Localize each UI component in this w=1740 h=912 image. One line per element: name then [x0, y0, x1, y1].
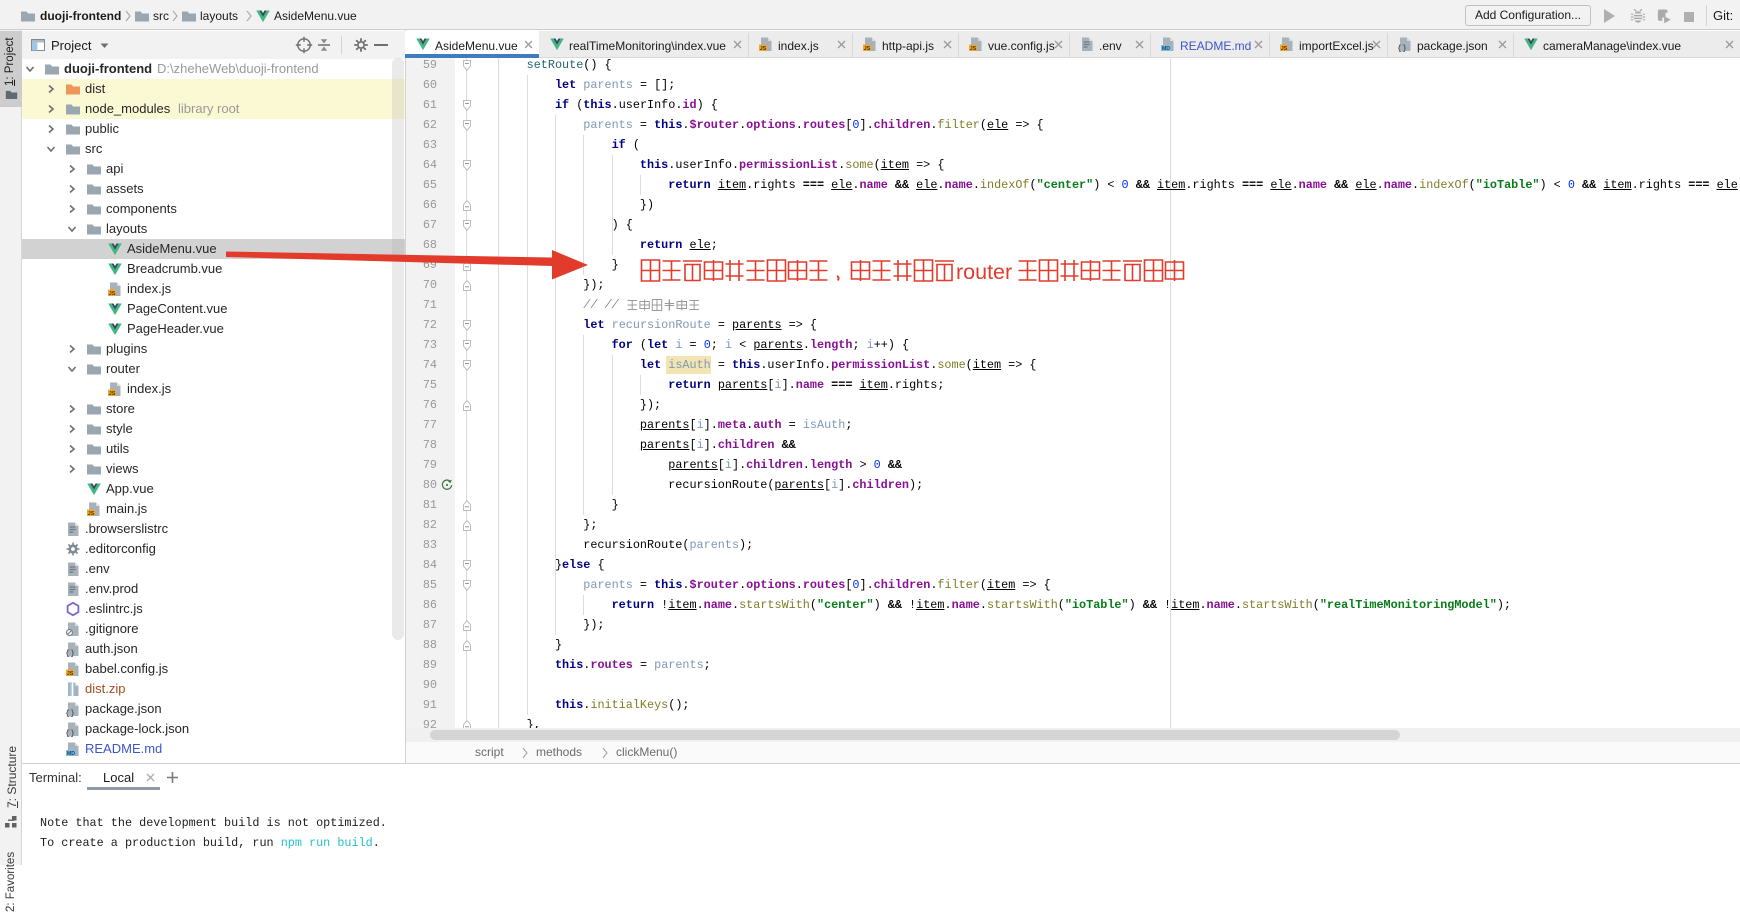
svg-text:router: router — [956, 260, 1012, 284]
